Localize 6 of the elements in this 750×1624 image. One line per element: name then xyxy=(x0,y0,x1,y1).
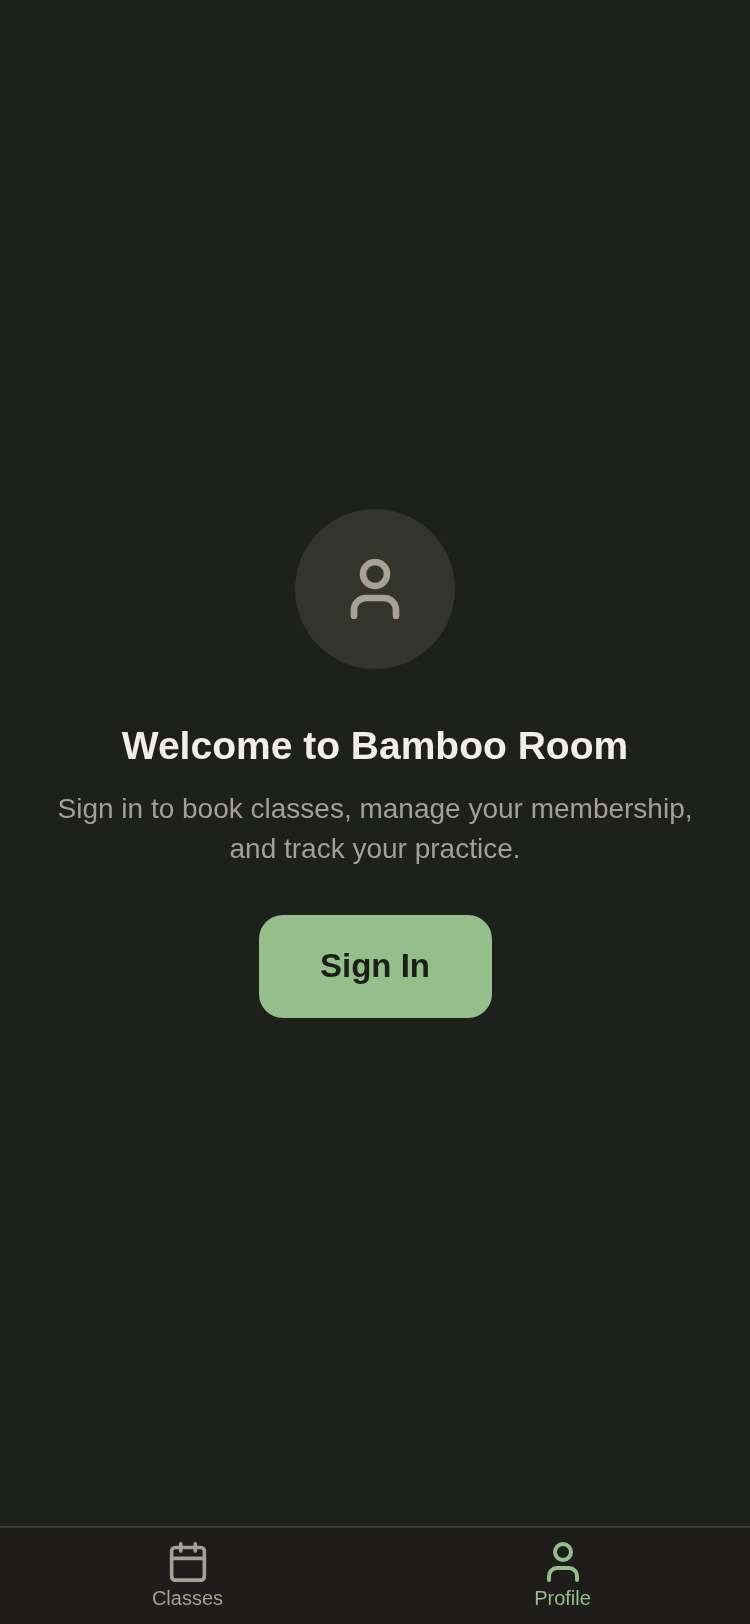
sign-in-button[interactable]: Sign In xyxy=(258,914,492,1018)
welcome-message: Sign in to book classes, manage your membership, and track your practice. xyxy=(56,791,694,866)
tab-bar-item[interactable]: Classes xyxy=(0,1528,375,1624)
tab-bar-item[interactable]: Profile xyxy=(375,1528,750,1624)
calendar-icon xyxy=(167,1542,208,1582)
welcome-title: Welcome to Bamboo Room xyxy=(121,722,629,769)
